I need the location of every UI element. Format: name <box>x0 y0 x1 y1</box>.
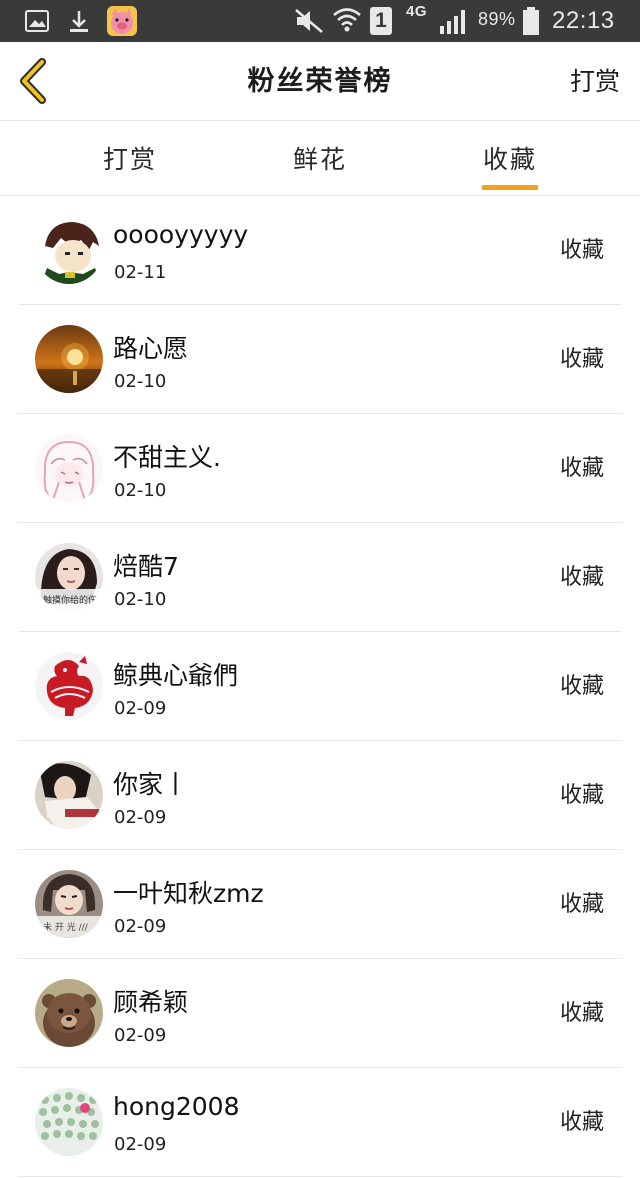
list-item-action: 收藏 <box>559 892 604 917</box>
back-button[interactable] <box>14 56 54 106</box>
wifi-icon <box>333 8 361 32</box>
avatar[interactable] <box>35 761 103 829</box>
list-item-date: 02-11 <box>114 262 167 283</box>
app-pig-icon <box>107 6 137 36</box>
download-icon <box>70 11 88 32</box>
list-item-name: hong2008 <box>113 1092 240 1121</box>
active-tab-indicator <box>482 185 538 190</box>
battery-icon <box>523 7 539 35</box>
tab-favorites[interactable]: 收藏 <box>460 121 560 195</box>
fan-list: ooooyyyyy 02-11 收藏 路心愿 02-10 收藏 不甜主义. 02… <box>0 196 640 1177</box>
list-item[interactable]: 触摸你给的伤 焙酷7 02-10 收藏 <box>18 523 622 632</box>
battery-percent: 89% <box>478 9 516 29</box>
avatar[interactable] <box>35 434 103 502</box>
list-item-name: 不甜主义. <box>113 443 221 472</box>
list-item-action: 收藏 <box>559 1110 604 1135</box>
list-item-date: 02-10 <box>114 480 167 501</box>
list-item-name: 顾希颖 <box>113 988 189 1017</box>
avatar[interactable]: 未 开 光 /// <box>35 870 103 938</box>
list-item[interactable]: ooooyyyyy 02-11 收藏 <box>18 196 622 305</box>
list-item-date: 02-09 <box>114 698 167 719</box>
avatar[interactable] <box>35 325 103 393</box>
list-item-name: 焙酷7 <box>113 552 179 581</box>
page-title: 粉丝荣誉榜 <box>247 66 393 97</box>
list-item-name: 一叶知秋zmz <box>113 879 264 908</box>
avatar[interactable] <box>35 652 103 720</box>
list-item[interactable]: 鲸典心爺們 02-09 收藏 <box>18 632 622 741</box>
tab-tip[interactable]: 打赏 <box>80 121 180 195</box>
avatar[interactable] <box>35 1088 103 1156</box>
avatar[interactable] <box>35 216 103 284</box>
list-item-action: 收藏 <box>559 783 604 808</box>
list-item[interactable]: 不甜主义. 02-10 收藏 <box>18 414 622 523</box>
header: 粉丝荣誉榜 打赏 <box>0 42 640 121</box>
list-item-name: 鲸典心爺們 <box>113 661 239 690</box>
svg-text:触摸你给的伤: 触摸你给的伤 <box>43 594 97 606</box>
image-icon <box>25 10 49 32</box>
list-item-name: 路心愿 <box>113 334 189 363</box>
signal-icon <box>440 10 465 34</box>
tip-button[interactable]: 打赏 <box>570 42 620 120</box>
list-item-date: 02-09 <box>114 807 167 828</box>
list-item-name: ooooyyyyy <box>113 220 249 249</box>
status-bar: 1 4G 89% 22:13 <box>0 0 640 42</box>
tab-flowers[interactable]: 鲜花 <box>270 121 370 195</box>
list-item-action: 收藏 <box>559 238 604 263</box>
list-item-action: 收藏 <box>559 347 604 372</box>
tab-bar: 打赏 鲜花 收藏 <box>0 121 640 196</box>
list-item[interactable]: 未 开 光 /// 一叶知秋zmz 02-09 收藏 <box>18 850 622 959</box>
list-item-action: 收藏 <box>559 565 604 590</box>
chevron-left-icon <box>20 58 46 104</box>
list-item-name: 你家丨 <box>113 770 189 799</box>
list-item-action: 收藏 <box>559 674 604 699</box>
list-item-date: 02-10 <box>114 371 167 392</box>
mute-icon <box>295 9 323 33</box>
list-item[interactable]: 路心愿 02-10 收藏 <box>18 305 622 414</box>
list-item[interactable]: hong2008 02-09 收藏 <box>18 1068 622 1177</box>
svg-text:未 开 光 ///: 未 开 光 /// <box>43 921 89 933</box>
list-item-action: 收藏 <box>559 456 604 481</box>
list-item-date: 02-09 <box>114 1134 167 1155</box>
clock: 22:13 <box>552 7 615 34</box>
list-item-date: 02-09 <box>114 1025 167 1046</box>
list-item-date: 02-10 <box>114 589 167 610</box>
list-item-action: 收藏 <box>559 1001 604 1026</box>
avatar[interactable] <box>35 979 103 1047</box>
list-item[interactable]: 你家丨 02-09 收藏 <box>18 741 622 850</box>
list-item[interactable]: 顾希颖 02-09 收藏 <box>18 959 622 1068</box>
network-type: 4G <box>406 3 428 20</box>
avatar[interactable]: 触摸你给的伤 <box>35 543 103 611</box>
sim-badge: 1 <box>370 7 392 35</box>
list-item-date: 02-09 <box>114 916 167 937</box>
